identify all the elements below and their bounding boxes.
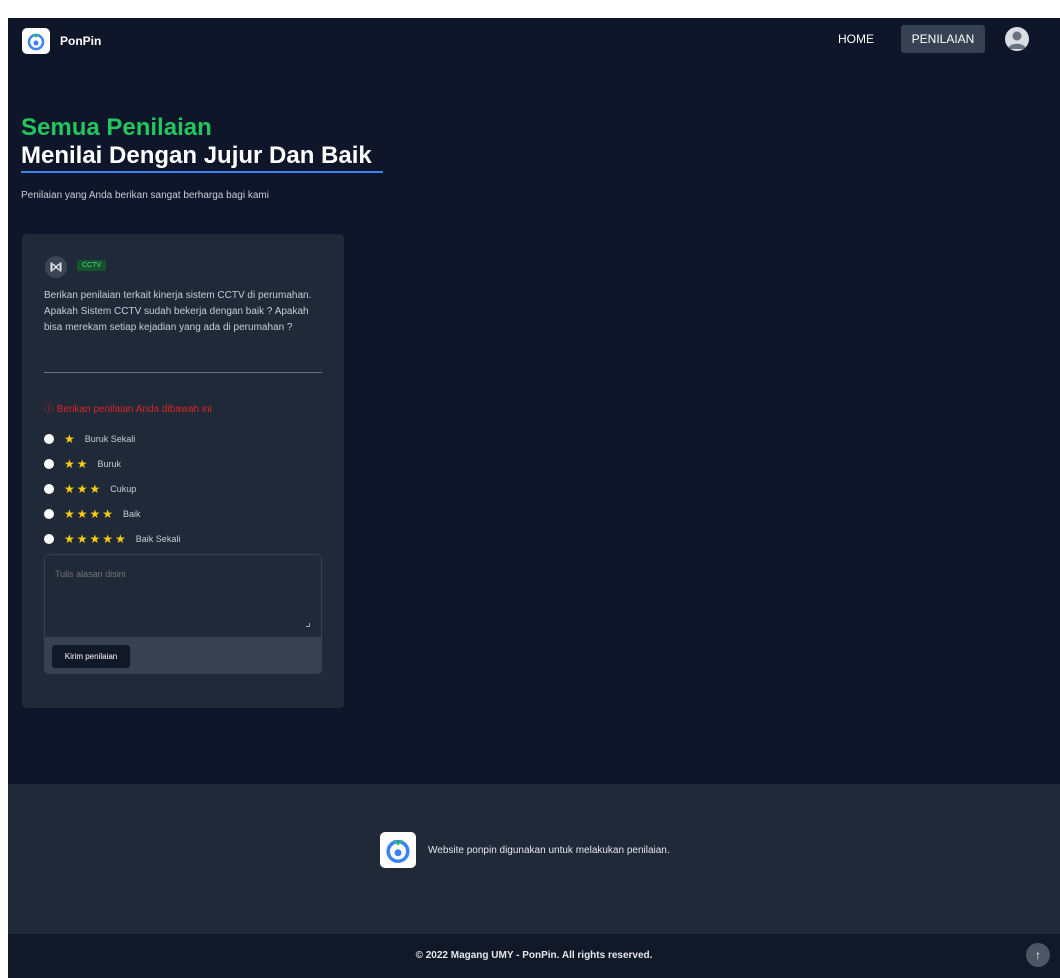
- rating-label: Buruk: [97, 459, 122, 469]
- footer-description: Website ponpin digunakan untuk melakukan…: [428, 845, 670, 856]
- category-badge: CCTV: [77, 260, 107, 271]
- radio-button[interactable]: [44, 434, 54, 444]
- copyright-text: © 2022 Magang UMY - PonPin. All rights r…: [415, 950, 653, 961]
- cctv-icon: [45, 256, 67, 278]
- page-title: Semua Penilaian: [21, 114, 212, 141]
- rating-card: CCTV Berikan penilaian terkait kinerja s…: [22, 234, 344, 708]
- radio-button[interactable]: [44, 459, 54, 469]
- radio-button[interactable]: [44, 534, 54, 544]
- navbar: PonPin HOME PENILAIAN: [8, 18, 1060, 64]
- rating-warning: ⓘ Berikan penilaian Anda dibawah ini: [44, 404, 212, 415]
- star-icons: ★★: [64, 457, 90, 471]
- page-frame: PonPin HOME PENILAIAN Semua Penilaian Me…: [8, 18, 1060, 978]
- submit-rating-button[interactable]: Kirim penilaian: [52, 645, 130, 668]
- rating-label: Cukup: [110, 484, 137, 494]
- star-icons: ★: [64, 432, 77, 446]
- radio-button[interactable]: [44, 484, 54, 494]
- brand[interactable]: PonPin: [22, 28, 101, 54]
- rating-option-buruk[interactable]: ★★ Buruk: [44, 457, 121, 471]
- page-description: Penilaian yang Anda berikan sangat berha…: [21, 190, 269, 201]
- rating-question: Berikan penilaian terkait kinerja sistem…: [44, 290, 312, 333]
- nav-home-link[interactable]: HOME: [838, 32, 874, 46]
- radio-button[interactable]: [44, 509, 54, 519]
- ponpin-logo-icon: [380, 832, 416, 868]
- rating-option-baik[interactable]: ★★★★ Baik: [44, 507, 141, 521]
- star-icons: ★★★: [64, 482, 103, 496]
- rating-label: Baik Sekali: [135, 534, 181, 544]
- rating-option-cukup[interactable]: ★★★ Cukup: [44, 482, 136, 496]
- scroll-to-top-icon[interactable]: ↑: [1026, 943, 1050, 967]
- bottom-bar: © 2022 Magang UMY - PonPin. All rights r…: [8, 934, 1060, 978]
- subtitle-underline: [21, 171, 383, 173]
- nav-penilaian-button[interactable]: PENILAIAN: [901, 25, 985, 53]
- footer: Website ponpin digunakan untuk melakukan…: [8, 784, 1060, 934]
- resize-handle-icon[interactable]: [306, 623, 310, 627]
- comment-footer: Kirim penilaian: [45, 637, 321, 673]
- card-divider: [44, 372, 322, 373]
- rating-label: Baik: [123, 509, 141, 519]
- user-avatar-icon[interactable]: [1005, 27, 1029, 51]
- rating-label: Buruk Sekali: [84, 434, 136, 444]
- comment-textarea[interactable]: [45, 555, 321, 637]
- rating-option-baik-sekali[interactable]: ★★★★★ Baik Sekali: [44, 532, 180, 546]
- page-subtitle: Menilai Dengan Jujur Dan Baik: [21, 142, 372, 169]
- star-icons: ★★★★★: [64, 532, 128, 546]
- brand-name: PonPin: [60, 34, 102, 48]
- star-icons: ★★★★: [64, 507, 116, 521]
- ponpin-logo-icon: [22, 28, 50, 54]
- comment-box: Kirim penilaian: [44, 554, 322, 674]
- rating-option-buruk-sekali[interactable]: ★ Buruk Sekali: [44, 432, 135, 446]
